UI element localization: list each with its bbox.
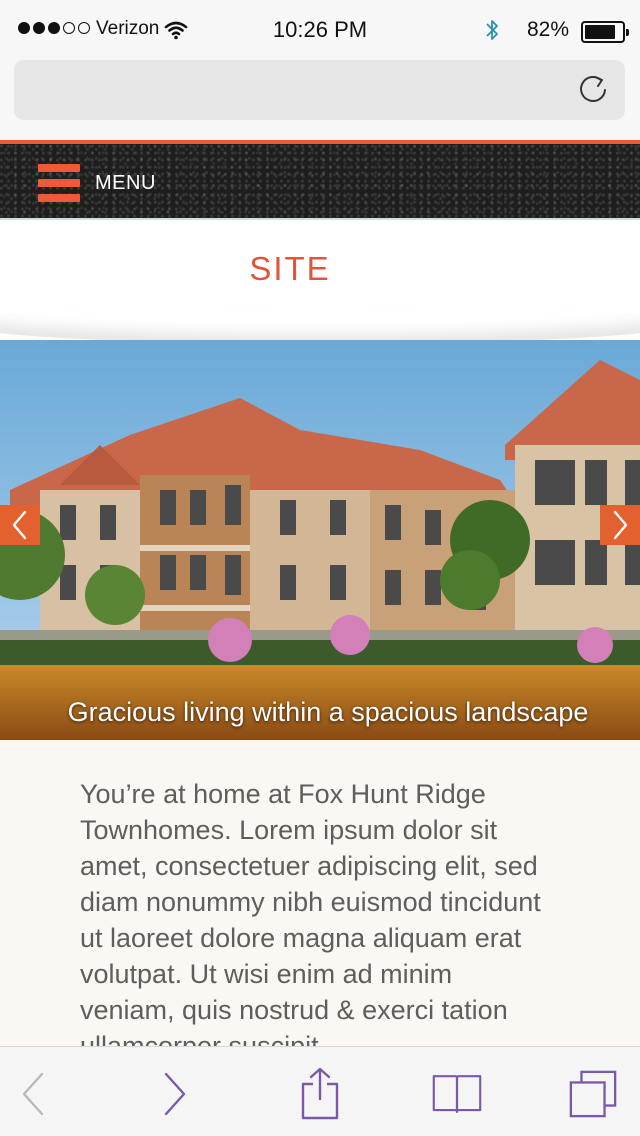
address-area <box>0 60 640 140</box>
header-swoosh <box>0 304 640 344</box>
hero-image <box>0 340 640 740</box>
bookmarks-icon <box>432 1075 482 1113</box>
bookmarks-button[interactable] <box>432 1069 482 1119</box>
bluetooth-icon <box>484 18 500 47</box>
hero-slideshow: Gracious living within a spacious landsc… <box>0 340 640 740</box>
hero-caption: Gracious living within a spacious landsc… <box>67 697 589 727</box>
intro-text: You’re at home at Fox Hunt Ridge Townhom… <box>80 779 541 1046</box>
hamburger-icon[interactable] <box>38 164 80 202</box>
forward-icon <box>164 1072 186 1116</box>
battery-percent: 82% <box>527 18 570 41</box>
site-header: SITE <box>0 222 640 340</box>
intro-section: You’re at home at Fox Hunt Ridge Townhom… <box>0 740 640 1046</box>
tabs-icon <box>569 1070 617 1118</box>
tabs-button[interactable] <box>568 1069 618 1119</box>
share-button[interactable] <box>295 1067 345 1120</box>
battery-icon <box>581 21 629 43</box>
address-bar[interactable] <box>14 60 625 120</box>
menu-label[interactable]: MENU <box>95 172 156 195</box>
chevron-left-icon <box>12 510 27 540</box>
forward-button[interactable] <box>150 1069 200 1119</box>
reload-icon[interactable] <box>577 72 611 106</box>
nav-bar: MENU <box>0 144 640 220</box>
back-button[interactable] <box>8 1069 58 1119</box>
share-icon <box>301 1067 339 1120</box>
chevron-right-icon <box>613 510 628 540</box>
status-bar: Verizon 10:26 PM 82% <box>0 0 640 60</box>
site-title[interactable]: SITE <box>0 250 580 288</box>
menu-button[interactable]: MENU <box>38 164 156 202</box>
browser-toolbar <box>0 1046 640 1136</box>
previous-slide-button[interactable] <box>0 505 40 545</box>
back-icon <box>22 1072 44 1116</box>
next-slide-button[interactable] <box>600 505 640 545</box>
